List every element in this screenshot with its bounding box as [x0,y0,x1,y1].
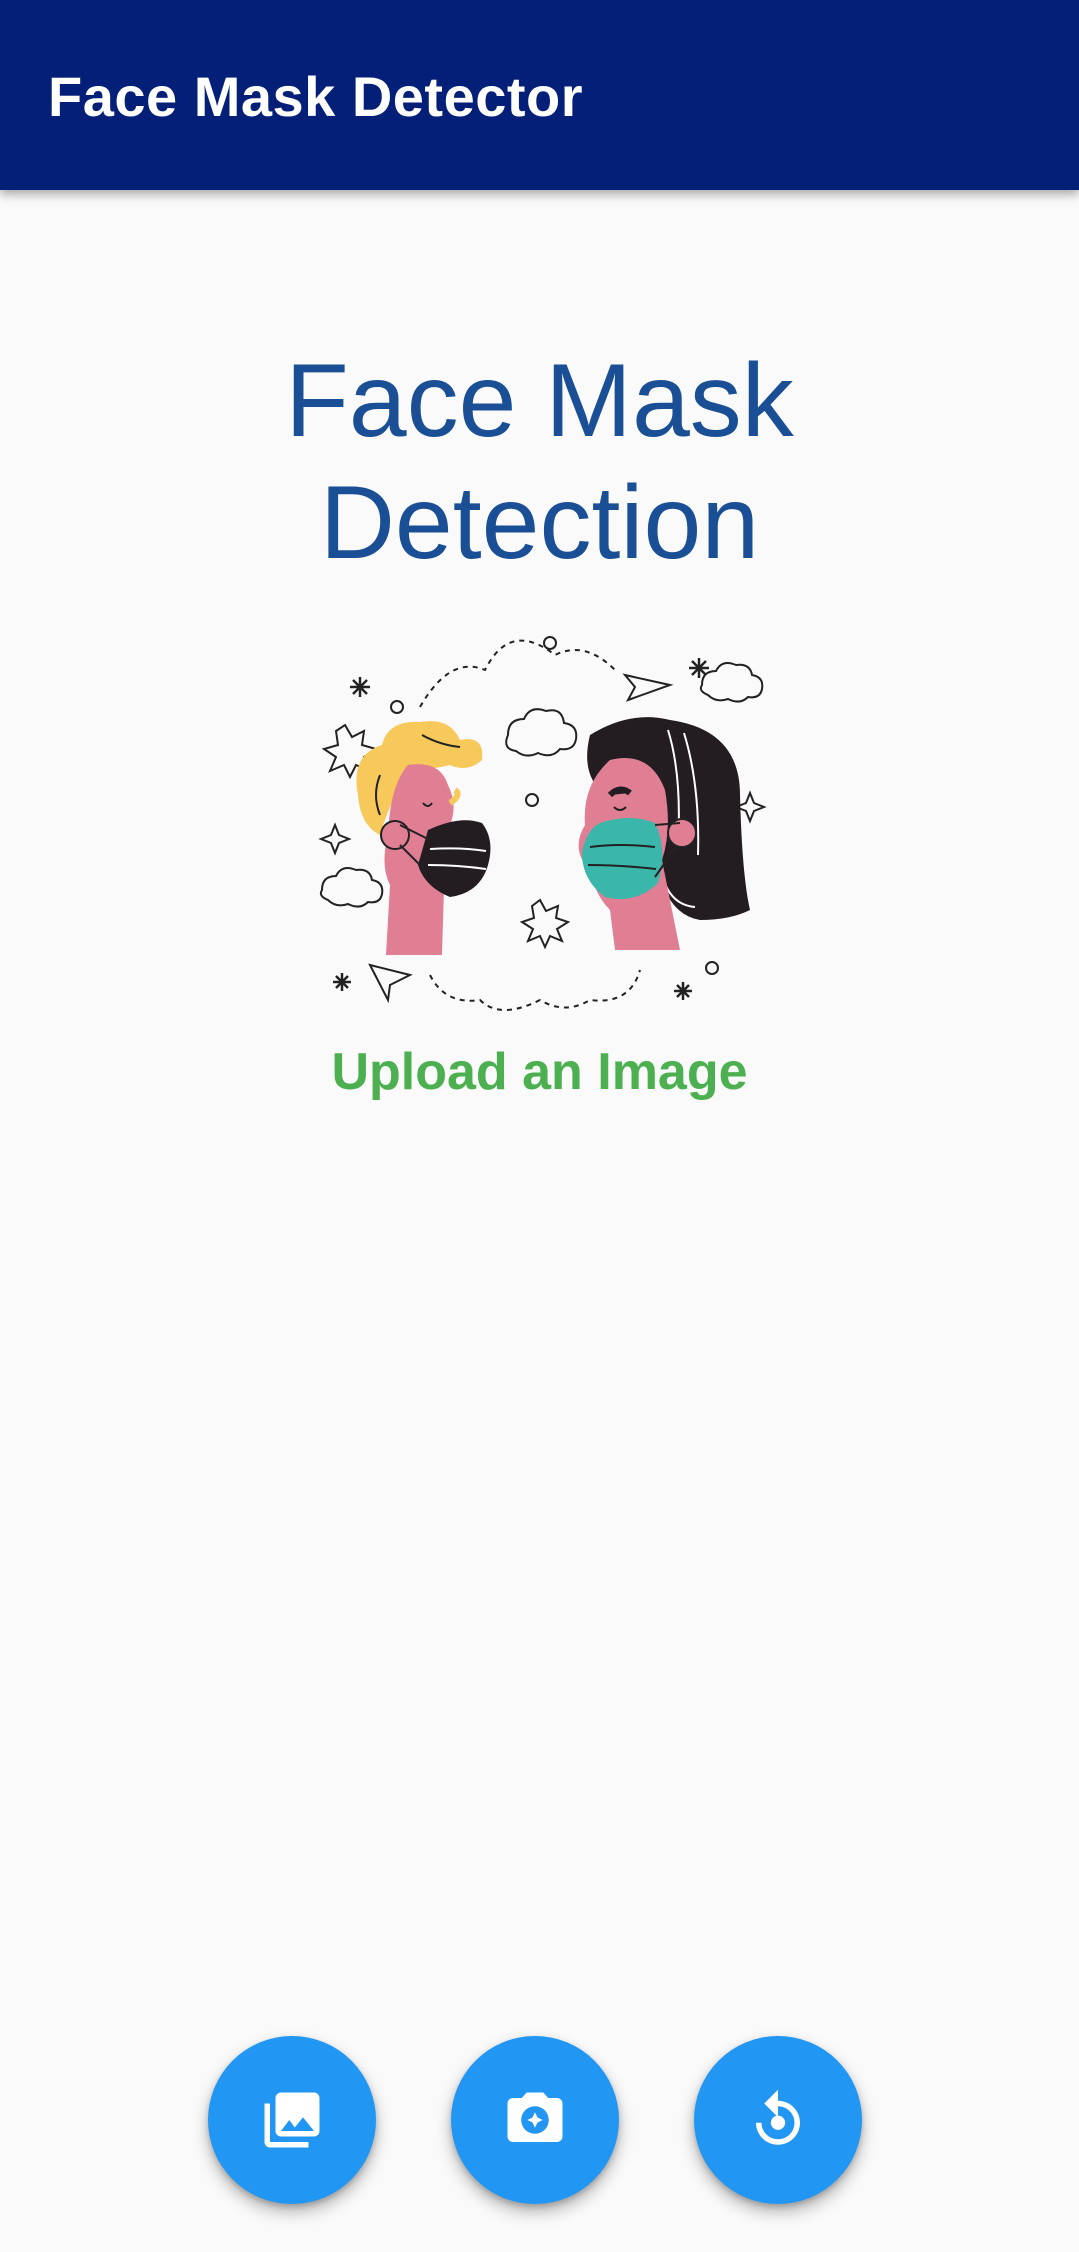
reset-icon [756,2089,800,2145]
reset-button[interactable] [694,2036,862,2204]
gallery-button[interactable] [208,2036,376,2204]
page-title-line-1: Face Mask [285,343,794,459]
upload-prompt: Upload an Image [331,1043,748,1101]
page-title-line-2: Detection [319,465,760,581]
photo-library-icon [264,2092,320,2148]
app-bar: Face Mask Detector [0,0,1079,190]
face-mask-illustration [318,636,767,1011]
app-title: Face Mask Detector [48,65,584,128]
camera-icon [507,2092,563,2142]
camera-button[interactable] [451,2036,619,2204]
page-title: Face Mask Detection [0,340,1079,584]
